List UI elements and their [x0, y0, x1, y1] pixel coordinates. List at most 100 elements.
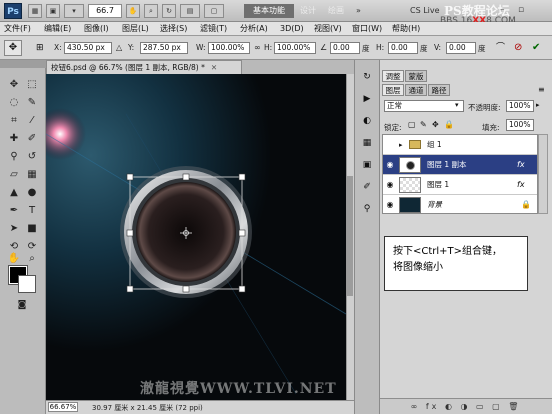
- menu-view[interactable]: 视图(V): [314, 22, 342, 36]
- quick-select-tool-icon[interactable]: ✎: [24, 96, 40, 110]
- transform-handle-w[interactable]: [126, 229, 134, 237]
- width-field[interactable]: 100.00%: [208, 42, 250, 54]
- menu-filter[interactable]: 滤镜(T): [200, 22, 227, 36]
- tab-paths[interactable]: 路径: [428, 84, 450, 96]
- marquee-tool-icon[interactable]: ⬚: [24, 78, 40, 92]
- move-tool-icon[interactable]: ✥: [6, 78, 22, 92]
- healing-brush-tool-icon[interactable]: ✚: [6, 132, 22, 146]
- layer-row-group[interactable]: ▸ 组 1: [383, 135, 537, 155]
- swatches-panel-icon[interactable]: ▦: [360, 136, 374, 150]
- rotate-angle-field[interactable]: 0.00: [330, 42, 360, 54]
- type-tool-icon[interactable]: T: [24, 204, 40, 218]
- eyedropper-tool-icon[interactable]: ⁄: [24, 114, 40, 128]
- rotate-view-icon[interactable]: ↻: [162, 4, 176, 18]
- layer-row-layer1[interactable]: ◉ 图层 1 fx: [383, 175, 537, 195]
- close-tab-icon[interactable]: ✕: [211, 63, 217, 72]
- menu-edit[interactable]: 编辑(E): [44, 22, 71, 36]
- lock-position-icon[interactable]: ✥: [432, 120, 439, 129]
- bridge-icon[interactable]: ▦: [28, 4, 42, 18]
- crop-tool-icon[interactable]: ⌗: [6, 114, 22, 128]
- shape-tool-icon[interactable]: ■: [24, 222, 40, 236]
- history-panel-icon[interactable]: ↻: [360, 70, 374, 84]
- menu-window[interactable]: 窗口(W): [352, 22, 382, 36]
- transform-handle-sw[interactable]: [126, 285, 134, 293]
- menu-file[interactable]: 文件(F): [4, 22, 31, 36]
- layers-panel-footer-icons[interactable]: ∞ fx ◐ ◑ ▭ ▢ 🗑: [380, 398, 552, 414]
- y-position-field[interactable]: 287.50 px: [140, 42, 188, 54]
- cancel-transform-icon[interactable]: ⊘: [514, 42, 526, 54]
- fx-badge[interactable]: fx: [517, 175, 525, 195]
- quick-mask-icon[interactable]: ◙: [14, 298, 30, 312]
- pen-tool-icon[interactable]: ✒: [6, 204, 22, 218]
- transform-handle-ne[interactable]: [238, 173, 246, 181]
- reference-point-icon[interactable]: ⊞: [36, 42, 50, 54]
- transform-handle-s[interactable]: [182, 285, 190, 293]
- transform-handle-e[interactable]: [238, 229, 246, 237]
- layer-row-background[interactable]: ◉ 背景 🔒: [383, 195, 537, 215]
- transform-handle-se[interactable]: [238, 285, 246, 293]
- styles-panel-icon[interactable]: ▣: [360, 158, 374, 172]
- hand-tool-icon[interactable]: ✋: [6, 252, 22, 266]
- layer-row-layer1-copy[interactable]: ◉ 图层 1 副本 fx: [383, 155, 537, 175]
- view-extras-icon[interactable]: ▾: [64, 4, 84, 18]
- menu-image[interactable]: 图像(I): [84, 22, 109, 36]
- lock-all-icon[interactable]: 🔒: [444, 120, 454, 129]
- visibility-eye-icon[interactable]: ◉: [385, 161, 395, 169]
- menu-select[interactable]: 选择(S): [160, 22, 187, 36]
- visibility-eye-icon[interactable]: [385, 141, 395, 149]
- toolbox-grip[interactable]: [0, 60, 46, 68]
- warp-icon[interactable]: ⌒: [496, 42, 508, 54]
- tab-masks[interactable]: 蒙版: [405, 70, 427, 82]
- zoom-tool-icon[interactable]: ⌕: [144, 4, 158, 18]
- mini-bridge-icon[interactable]: ▣: [46, 4, 60, 18]
- clone-stamp-tool-icon[interactable]: ⚲: [6, 150, 22, 164]
- lasso-tool-icon[interactable]: ◌: [6, 96, 22, 110]
- visibility-eye-icon[interactable]: ◉: [385, 201, 395, 209]
- tab-adjustments[interactable]: 调整: [382, 70, 404, 82]
- brush-panel-icon[interactable]: ✐: [360, 180, 374, 194]
- blend-mode-select[interactable]: 正常: [384, 100, 464, 112]
- menu-help[interactable]: 帮助(H): [392, 22, 420, 36]
- lock-pixels-icon[interactable]: ✎: [420, 120, 427, 129]
- dodge-tool-icon[interactable]: ●: [24, 186, 40, 200]
- zoom-tool-icon[interactable]: ⌕: [24, 252, 40, 266]
- maximize-icon[interactable]: ▫: [518, 5, 528, 15]
- opacity-field[interactable]: 100%: [506, 100, 534, 112]
- lock-transparency-icon[interactable]: ▢: [408, 120, 416, 129]
- fill-field[interactable]: 100%: [506, 119, 534, 131]
- document-canvas[interactable]: [46, 74, 346, 400]
- link-icon[interactable]: ∞: [254, 43, 261, 52]
- actions-panel-icon[interactable]: ▶: [360, 92, 374, 106]
- blur-tool-icon[interactable]: ▲: [6, 186, 22, 200]
- group-expand-chevron-icon[interactable]: ▸: [399, 135, 403, 155]
- fx-badge[interactable]: fx: [517, 155, 525, 175]
- background-color-swatch[interactable]: [18, 275, 36, 293]
- panel-menu-icon[interactable]: ≡: [538, 84, 548, 96]
- arrange-documents-icon[interactable]: ▤: [180, 4, 200, 18]
- layer-list-scrollbar[interactable]: [538, 134, 548, 214]
- tab-channels[interactable]: 通道: [405, 84, 427, 96]
- transform-handle-nw[interactable]: [126, 173, 134, 181]
- vertical-scrollbar-thumb[interactable]: [347, 176, 353, 296]
- workspace-design-link[interactable]: 设计: [300, 4, 316, 18]
- clone-source-panel-icon[interactable]: ⚲: [360, 202, 374, 216]
- workspace-more-icon[interactable]: »: [356, 4, 361, 18]
- menu-analysis[interactable]: 分析(A): [240, 22, 268, 36]
- visibility-eye-icon[interactable]: ◉: [385, 181, 395, 189]
- brush-tool-icon[interactable]: ✐: [24, 132, 40, 146]
- path-selection-tool-icon[interactable]: ➤: [6, 222, 22, 236]
- history-brush-tool-icon[interactable]: ↺: [24, 150, 40, 164]
- status-zoom-field[interactable]: 66.67%: [48, 402, 78, 412]
- workspace-painting-link[interactable]: 绘画: [328, 4, 344, 18]
- tab-layers[interactable]: 图层: [382, 84, 404, 96]
- eraser-tool-icon[interactable]: ▱: [6, 168, 22, 182]
- document-tab[interactable]: 校钮6.psd @ 66.7% (图层 1 副本, RGB/8) * ✕: [46, 60, 242, 74]
- color-panel-icon[interactable]: ◐: [360, 114, 374, 128]
- gradient-tool-icon[interactable]: ▦: [24, 168, 40, 182]
- h-skew-field[interactable]: 0.00: [388, 42, 418, 54]
- minimize-icon[interactable]: –: [500, 5, 510, 15]
- move-tool-preset-icon[interactable]: ✥: [4, 40, 22, 56]
- menu-layer[interactable]: 图层(L): [122, 22, 149, 36]
- height-field[interactable]: 100.00%: [274, 42, 316, 54]
- chevron-down-icon[interactable]: ▾: [455, 101, 459, 109]
